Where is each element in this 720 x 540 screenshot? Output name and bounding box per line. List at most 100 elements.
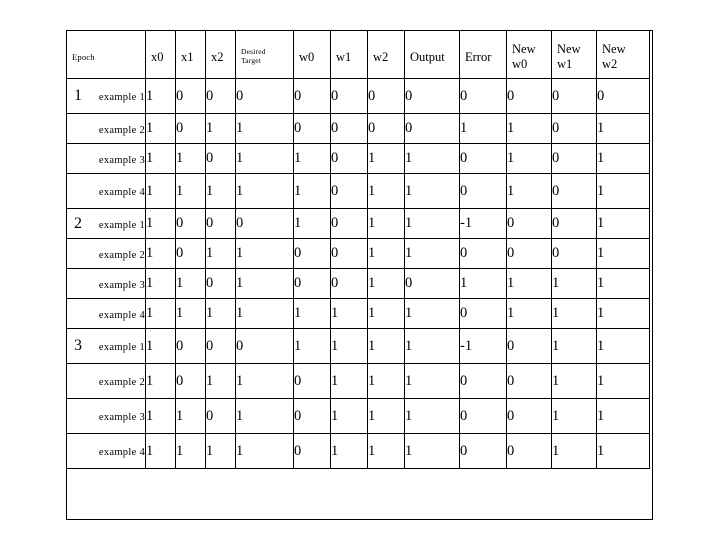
cell-new_w0: 0 [506, 363, 552, 399]
cell-x2: 0 [205, 398, 236, 434]
cell-output: 1 [404, 238, 460, 269]
cell-w0: 1 [293, 143, 331, 174]
cell-w0: 0 [293, 433, 331, 469]
cell-new_w2: 0 [596, 78, 650, 114]
cell-new_w1: 0 [551, 143, 597, 174]
cell-x0: 1 [145, 208, 176, 239]
column-header-label-x1: x1 [176, 45, 205, 65]
header-row: Epoch x0 x1 x2 Desired Target w0 w1 w2 Output Erro… [66, 30, 650, 79]
cell-w1: 0 [330, 238, 368, 269]
cell-x1: 1 [175, 433, 206, 469]
cell-new_w2: 1 [596, 143, 650, 174]
cell-target: 1 [235, 398, 294, 434]
header-line1-x2: x2 [211, 49, 224, 64]
cell-new_w0: 1 [506, 143, 552, 174]
cell-w1: 0 [330, 143, 368, 174]
epoch-number: 1 [74, 87, 82, 104]
cell-w0: 0 [293, 113, 331, 144]
example-label: example 2 [98, 377, 145, 388]
cell-epoch: example 3 [66, 398, 146, 434]
cell-epoch: example 4 [66, 433, 146, 469]
cell-w2: 0 [367, 113, 405, 144]
cell-x1: 0 [175, 238, 206, 269]
header-line1-new_w1: New [557, 42, 581, 57]
cell-output: 1 [404, 298, 460, 329]
cell-new_w2: 1 [596, 238, 650, 269]
cell-w2: 1 [367, 268, 405, 299]
cell-new_w2: 1 [596, 298, 650, 329]
cell-new_w1: 0 [551, 238, 597, 269]
header-line2-target: Target [241, 56, 262, 65]
column-header-label-w0: w0 [294, 45, 330, 65]
cell-target: 1 [235, 113, 294, 144]
cell-error: 0 [459, 143, 507, 174]
cell-epoch: example 2 [66, 113, 146, 144]
header-line1-target: Desired [241, 47, 266, 57]
cell-x0: 1 [145, 238, 176, 269]
cell-error: 0 [459, 398, 507, 434]
header-line1-x0: x0 [151, 49, 164, 64]
cell-w2: 1 [367, 433, 405, 469]
example-label: example 3 [98, 412, 145, 423]
example-label: example 4 [98, 447, 145, 458]
column-header-new_w1: New w1 [551, 30, 597, 79]
column-header-label-w2: w2 [368, 45, 404, 65]
column-header-label-error: Error [460, 45, 506, 65]
cell-epoch: example 4 [66, 173, 146, 209]
cell-target: 0 [235, 328, 294, 364]
cell-w0: 0 [293, 268, 331, 299]
table-row: example 2101101110011 [66, 363, 650, 399]
column-header-output: Output [404, 30, 460, 79]
table-row: 2 example 1 1 0 0 0 1 0 1 1 -1 0 0 1 [66, 208, 650, 239]
cell-w0: 0 [293, 398, 331, 434]
column-header-label-x2: x2 [206, 45, 235, 65]
cell-x1: 0 [175, 113, 206, 144]
header-line1-w0: w0 [299, 49, 315, 64]
example-label: example 3 [98, 154, 145, 166]
table-row: example 2101100110001 [66, 238, 650, 269]
cell-x0: 1 [145, 113, 176, 144]
cell-output: 0 [404, 78, 460, 114]
cell-new_w1: 0 [551, 113, 597, 144]
cell-x0: 1 [145, 78, 176, 114]
cell-output: 0 [404, 113, 460, 144]
cell-w1: 0 [330, 208, 368, 239]
cell-epoch: 1 example 1 [66, 78, 146, 114]
cell-output: 0 [404, 268, 460, 299]
cell-new_w2: 1 [596, 268, 650, 299]
cell-x0: 1 [145, 173, 176, 209]
cell-error: 1 [459, 113, 507, 144]
example-label: example 4 [98, 187, 145, 198]
cell-x2: 0 [205, 268, 236, 299]
cell-error: -1 [459, 208, 507, 239]
cell-new_w0: 0 [506, 238, 552, 269]
header-line1-new_w0: New [512, 42, 536, 57]
cell-error: 0 [459, 173, 507, 209]
table-row: example 4111101110011 [66, 433, 650, 469]
cell-w2: 1 [367, 173, 405, 209]
header-line2-new_w1: w1 [557, 57, 573, 71]
column-header-target: Desired Target [235, 30, 294, 79]
cell-w1: 0 [330, 78, 368, 114]
cell-output: 1 [404, 328, 460, 364]
cell-x0: 1 [145, 433, 176, 469]
cell-new_w1: 0 [551, 208, 597, 239]
cell-w1: 1 [330, 328, 368, 364]
cell-epoch: 2 example 1 [66, 208, 146, 239]
example-label: example 2 [98, 124, 145, 136]
cell-x0: 1 [145, 298, 176, 329]
cell-error: 0 [459, 363, 507, 399]
table-row: 1 example 1100000000000 [66, 78, 650, 114]
cell-x2: 0 [205, 143, 236, 174]
cell-w2: 1 [367, 238, 405, 269]
cell-w1: 0 [330, 113, 368, 144]
cell-output: 1 [404, 173, 460, 209]
cell-error: 0 [459, 298, 507, 329]
column-header-label-w1: w1 [331, 45, 367, 65]
table-row: example 4111110110101 [66, 173, 650, 209]
cell-new_w0: 1 [506, 268, 552, 299]
cell-x1: 1 [175, 268, 206, 299]
cell-new_w1: 1 [551, 363, 597, 399]
cell-x0: 1 [145, 328, 176, 364]
table-header: Epoch x0 x1 x2 Desired Target w0 w1 w2 Output Erro… [66, 30, 650, 79]
